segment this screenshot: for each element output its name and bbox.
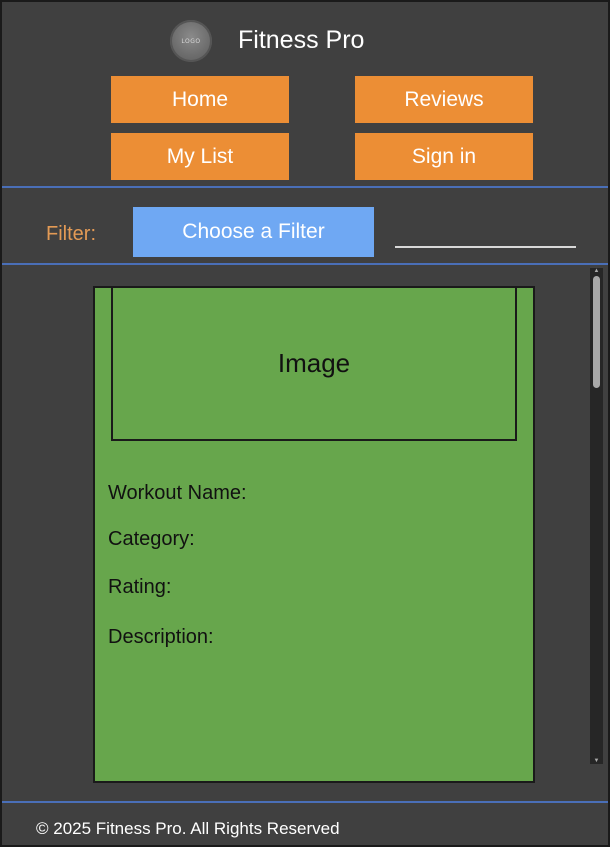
app-title: Fitness Pro: [238, 26, 365, 54]
filter-input[interactable]: [395, 228, 576, 248]
home-button[interactable]: Home: [111, 76, 289, 123]
header-divider: [2, 186, 608, 188]
filter-divider: [2, 263, 608, 265]
workout-name-label: Workout Name:: [108, 482, 247, 504]
rating-label: Rating:: [108, 576, 172, 598]
reviews-button[interactable]: Reviews: [355, 76, 533, 123]
filter-select-button[interactable]: Choose a Filter: [133, 207, 374, 257]
workout-card[interactable]: Image Workout Name: Category: Rating: De…: [93, 286, 535, 783]
logo-icon[interactable]: LOGO: [170, 20, 212, 62]
content-scrollbar[interactable]: ▲ ▼: [590, 268, 603, 764]
scroll-thumb[interactable]: [593, 276, 600, 388]
sign-in-button[interactable]: Sign in: [355, 133, 533, 180]
chevron-up-icon[interactable]: ▲: [593, 268, 600, 274]
my-list-button[interactable]: My List: [111, 133, 289, 180]
category-label: Category:: [108, 528, 195, 550]
app-window: LOGO Fitness Pro Home Reviews My List Si…: [0, 0, 610, 847]
logo-text: LOGO: [181, 37, 201, 45]
workout-image-placeholder: Image: [111, 288, 517, 441]
footer-copyright: © 2025 Fitness Pro. All Rights Reserved: [36, 819, 340, 838]
chevron-down-icon[interactable]: ▼: [593, 758, 600, 764]
footer-divider: [2, 801, 608, 803]
description-label: Description:: [108, 626, 214, 648]
filter-label: Filter:: [46, 223, 96, 245]
image-label: Image: [277, 348, 351, 378]
